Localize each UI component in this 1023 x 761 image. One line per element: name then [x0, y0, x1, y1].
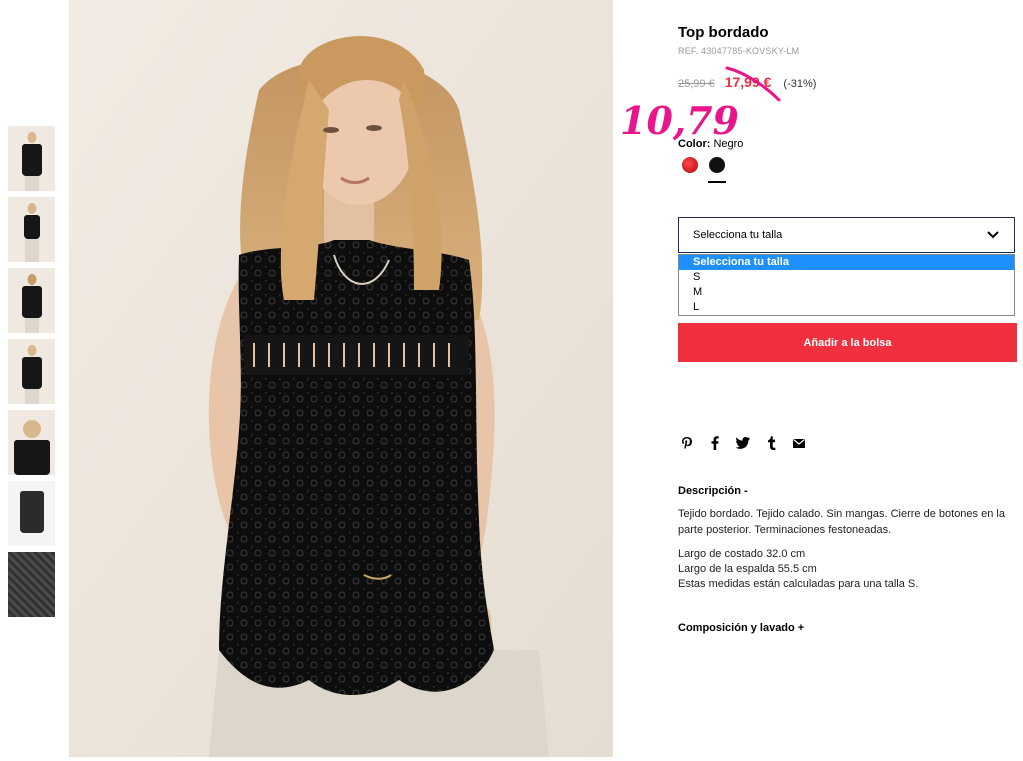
share-bar: [680, 436, 820, 450]
facebook-icon[interactable]: [708, 436, 722, 450]
chevron-down-icon: [987, 231, 999, 239]
measure-note: Estas medidas están calculadas para una …: [678, 578, 919, 590]
old-price: 25,99 €: [678, 78, 715, 90]
measure-side: Largo de costado 32.0 cm: [678, 548, 806, 560]
add-to-bag-button[interactable]: Añadir a la bolsa: [678, 323, 1017, 362]
color-swatches: [682, 157, 736, 183]
thumbnail-2[interactable]: [8, 197, 55, 262]
tumblr-icon[interactable]: [764, 436, 778, 450]
product-ref: REF. 43047785-KOVSKY-LM: [678, 46, 800, 56]
thumbnail-6[interactable]: [8, 481, 55, 546]
pinterest-icon[interactable]: [680, 436, 694, 450]
size-option-s[interactable]: S: [679, 270, 1014, 285]
product-title: Top bordado: [678, 24, 769, 41]
twitter-icon[interactable]: [736, 437, 750, 449]
size-dropdown: Selecciona tu talla S M L: [678, 254, 1015, 316]
color-label-key: Color:: [678, 138, 711, 150]
size-option-placeholder[interactable]: Selecciona tu talla: [679, 255, 1014, 270]
product-photo: [69, 0, 613, 757]
thumbnail-list: [8, 126, 55, 623]
measure-back: Largo de la espalda 55.5 cm: [678, 563, 817, 575]
description-text: Tejido bordado. Tejido calado. Sin manga…: [678, 508, 1005, 536]
composition-toggle[interactable]: Composición y lavado +: [678, 622, 804, 634]
color-swatch-black[interactable]: [708, 157, 726, 183]
thumbnail-3[interactable]: [8, 268, 55, 333]
size-option-m[interactable]: M: [679, 285, 1014, 300]
description-toggle[interactable]: Descripción -: [678, 485, 748, 497]
color-swatch-red[interactable]: [682, 157, 698, 173]
size-option-l[interactable]: L: [679, 300, 1014, 315]
color-label: Color: Negro: [678, 138, 743, 150]
size-select[interactable]: Selecciona tu talla: [678, 217, 1015, 253]
handwritten-price: 10,79: [620, 98, 739, 143]
thumbnail-5[interactable]: [8, 410, 55, 475]
thumbnail-7[interactable]: [8, 552, 55, 617]
discount-badge: (-31%): [783, 78, 817, 90]
thumbnail-4[interactable]: [8, 339, 55, 404]
size-select-value: Selecciona tu talla: [693, 229, 783, 241]
color-label-value: Negro: [713, 138, 744, 150]
thumbnail-1[interactable]: [8, 126, 55, 191]
mail-icon[interactable]: [792, 438, 806, 448]
